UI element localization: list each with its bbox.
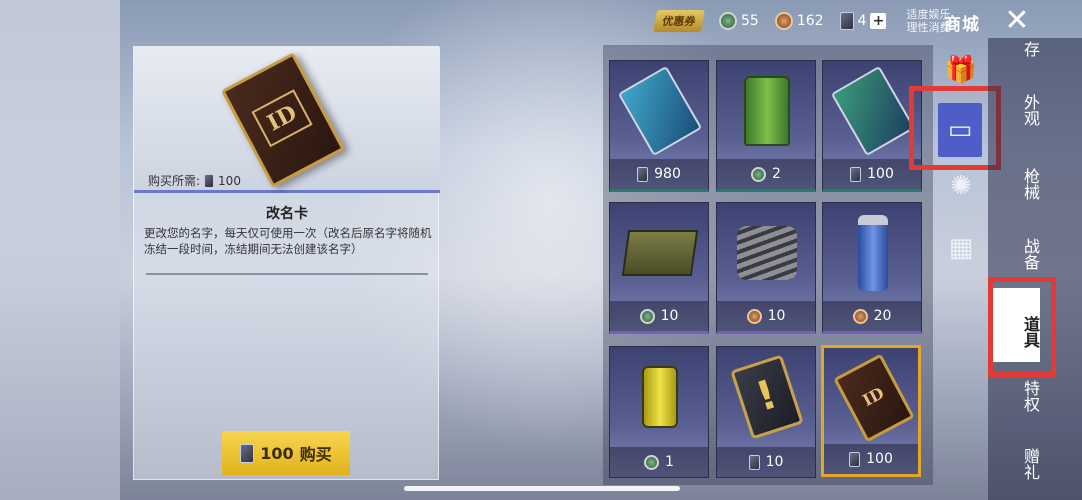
item-price: 20: [823, 301, 921, 331]
close-button[interactable]: ✕: [1000, 6, 1034, 38]
nav-appearance[interactable]: 外观: [988, 88, 1040, 132]
close-icon: ✕: [1004, 3, 1030, 38]
rename-card-icon: ID: [833, 353, 915, 443]
item-price: 2: [717, 159, 815, 189]
price-value: 10: [765, 454, 784, 470]
coupon-label: 优惠券: [661, 15, 697, 28]
card-currency-icon: [637, 166, 649, 182]
card-currency-icon: [204, 173, 215, 188]
category-nav: 存 外观 枪械 战备 道具 特权 赠礼: [988, 38, 1082, 500]
divider: [146, 273, 428, 275]
card-currency-icon: [748, 454, 760, 470]
house-card-icon: [830, 65, 916, 157]
price-value: 20: [873, 308, 892, 324]
coupon-button[interactable]: 优惠券: [653, 10, 705, 32]
crate-icon[interactable]: ▦: [942, 229, 980, 267]
item-tile[interactable]: 2: [716, 60, 816, 192]
home-indicator: [404, 486, 680, 491]
currency-card-amount: 4: [857, 13, 867, 29]
nav-gift[interactable]: 赠礼: [988, 442, 1040, 486]
green-coin-icon: [639, 308, 655, 324]
item-price: 10: [610, 301, 708, 331]
spray-can-icon: [858, 215, 888, 291]
need-amount: 100: [218, 173, 241, 188]
top-bar: 优惠券 55 162 4 + 适度娱乐 理性消费: [653, 6, 950, 36]
highlight-box: [988, 277, 1056, 377]
currency-green-amount: 55: [741, 13, 759, 29]
nav-privilege[interactable]: 特权: [988, 374, 1040, 418]
item-art: ID: [833, 353, 915, 443]
nav-battle[interactable]: 战备: [988, 232, 1040, 276]
item-price: 100: [823, 159, 921, 189]
bronze-coin-icon: [746, 308, 762, 324]
item-price: 10: [717, 301, 815, 331]
green-coin-icon: [719, 12, 737, 30]
item-detail-panel: ID 购买所需: 100 改名卡 更改您的名字，每天仅可使用一次（改名后原名字将…: [133, 46, 440, 480]
item-name: 改名卡: [266, 206, 308, 222]
currency-bronze: 162: [774, 12, 824, 30]
card-currency-icon: [850, 166, 862, 182]
bronze-coin-icon: [774, 12, 793, 30]
item-tile-selected[interactable]: ID 100: [821, 345, 921, 477]
item-tile[interactable]: 100: [822, 60, 922, 192]
item-art: [833, 211, 913, 295]
purchase-requirement: 购买所需: 100: [148, 172, 241, 189]
item-tile[interactable]: 20: [822, 202, 922, 334]
add-currency-button[interactable]: +: [870, 13, 887, 29]
gift-icon[interactable]: 🎁: [942, 51, 980, 89]
item-art: [620, 355, 700, 439]
buy-label: 购买: [299, 445, 332, 464]
price-value: 2: [772, 166, 781, 182]
item-tile[interactable]: 1: [609, 346, 709, 478]
green-coin-icon: [751, 166, 767, 182]
item-price: 10: [717, 447, 815, 477]
item-art: [617, 65, 703, 157]
green-coin-icon: [644, 454, 660, 470]
currency-green: 55: [719, 12, 759, 30]
card-currency-icon: [240, 443, 255, 463]
buy-amount: 100: [260, 443, 294, 463]
item-description: 更改您的名字，每天仅可使用一次（改名后原名字将随机冻结一段时间，冻结期间无法创建…: [144, 226, 432, 256]
page-title: 商城: [944, 15, 980, 35]
item-tile[interactable]: ! 10: [716, 346, 816, 478]
id-card-icon: [617, 65, 703, 157]
fuel-can-icon: [744, 76, 790, 146]
price-value: 100: [866, 451, 893, 467]
price-value: 100: [867, 166, 894, 182]
card-currency-icon: [839, 12, 854, 30]
item-art: [620, 211, 700, 295]
currency-card: 4 +: [839, 12, 887, 30]
need-label: 购买所需:: [148, 174, 201, 188]
fireworks-icon[interactable]: ✺: [942, 167, 980, 205]
rename-card-icon: ID: [220, 52, 346, 188]
item-art: [830, 65, 916, 157]
smoke-grenade-icon: [642, 366, 678, 428]
item-art: !: [727, 354, 807, 440]
item-tile[interactable]: 980: [609, 60, 709, 192]
item-preview: ID 购买所需: 100: [134, 47, 440, 193]
price-value: 1: [665, 454, 674, 470]
toolbox-icon: [621, 230, 699, 276]
rename-card-label: ID: [859, 383, 888, 411]
exclamation-card-icon: !: [730, 354, 804, 440]
nav-storage[interactable]: 存: [988, 38, 1040, 60]
bronze-coin-icon: [852, 308, 868, 324]
price-value: 10: [767, 308, 786, 324]
spring-icon: [737, 226, 797, 280]
price-value: 10: [660, 308, 679, 324]
item-art: [727, 211, 807, 295]
item-price: 100: [824, 444, 918, 474]
item-art: [727, 69, 807, 153]
buy-button[interactable]: 100 购买: [222, 431, 350, 475]
currency-bronze-amount: 162: [796, 13, 824, 29]
price-value: 980: [654, 166, 681, 182]
nav-weapons[interactable]: 枪械: [988, 162, 1040, 206]
item-tile[interactable]: 10: [716, 202, 816, 334]
item-price: 1: [610, 447, 708, 477]
item-price: 980: [610, 159, 708, 189]
rename-card-label: ID: [251, 89, 313, 148]
card-currency-icon: [849, 451, 861, 467]
item-tile[interactable]: 10: [609, 202, 709, 334]
